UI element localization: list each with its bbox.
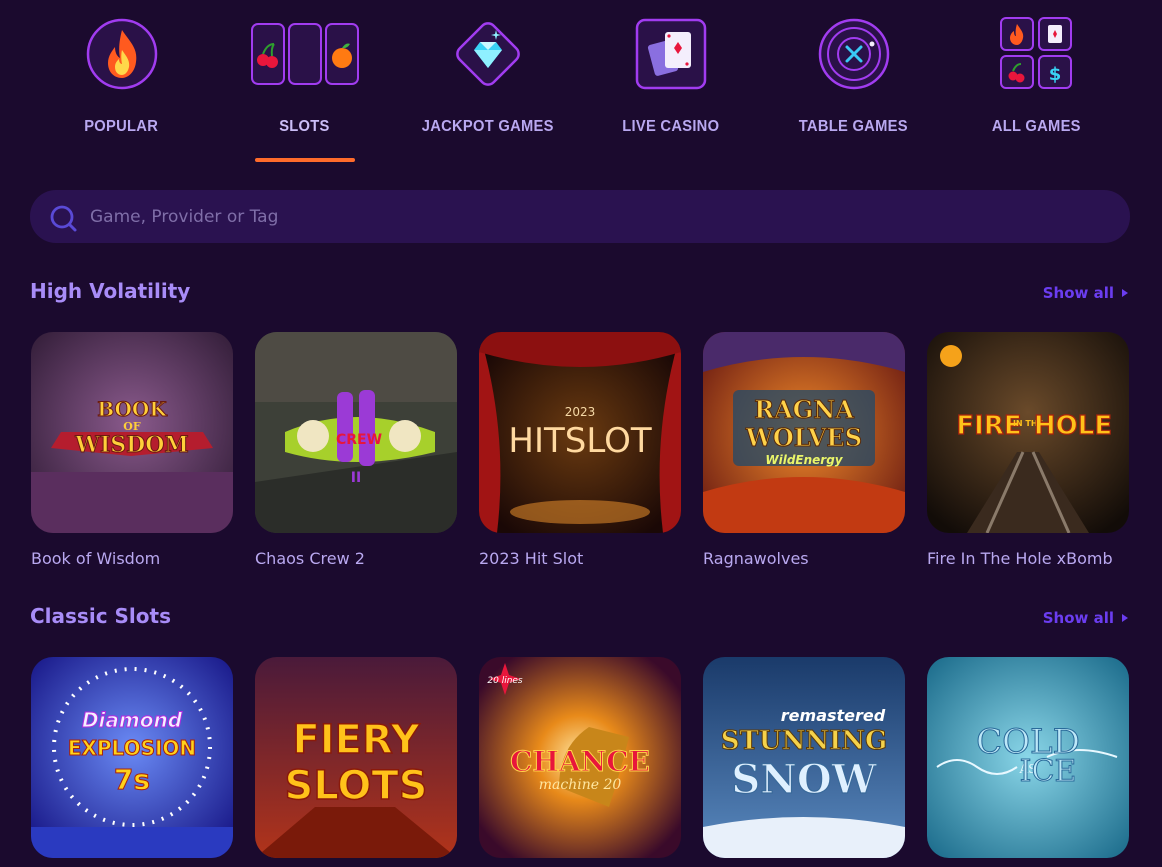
svg-text:SNOW: SNOW [731, 756, 877, 803]
arrow-right-icon [1122, 614, 1128, 622]
game-card-fiery-slots[interactable]: FIERY SLOTS [255, 657, 457, 867]
game-thumbnail: remastered STUNNING SNOW [703, 657, 905, 858]
game-title: Fire In The Hole xBomb [927, 549, 1113, 568]
nav-item-jackpot-games[interactable]: JACKPOT GAMES [396, 0, 579, 165]
game-card-diamond-explosion-7s[interactable]: Diamond EXPLOSION 7s [31, 657, 233, 867]
nav-item-live-casino[interactable]: LIVE CASINO [579, 0, 762, 165]
search-input[interactable] [90, 190, 1090, 243]
diamond-icon [428, 16, 548, 92]
arrow-right-icon [1122, 289, 1128, 297]
svg-text:EXPLOSION: EXPLOSION [68, 736, 196, 760]
svg-text:RAGNA: RAGNA [754, 395, 854, 424]
svg-text:CREW: CREW [336, 432, 382, 448]
search-icon [50, 205, 77, 232]
game-card-fire-in-the-hole-xbomb[interactable]: FIRE IN THE HOLE Fire In The Hole xBomb [927, 332, 1129, 568]
game-title: 2023 Hit Slot [479, 549, 584, 568]
svg-text:2023: 2023 [565, 405, 596, 419]
svg-text:ICE: ICE [1020, 754, 1077, 789]
svg-text:BOOK: BOOK [97, 397, 167, 421]
svg-text:WildEnergy: WildEnergy [765, 453, 843, 467]
game-title: Ragnawolves [703, 549, 809, 568]
game-card-ragnawolves[interactable]: RAGNA WOLVES WildEnergy Ragnawolves [703, 332, 905, 568]
nav-item-all-games[interactable]: $ ALL GAMES [945, 0, 1128, 165]
svg-text:SLOTS: SLOTS [285, 763, 428, 809]
game-thumbnail: 2023 HITSLOT [479, 332, 681, 533]
game-card-chaos-crew-2[interactable]: CREW II Chaos Crew 2 [255, 332, 457, 568]
game-row-classic-slots: Diamond EXPLOSION 7s FIERY SLOTS 20 line… [31, 657, 1129, 867]
roulette-icon [794, 16, 914, 92]
playing-cards-icon [611, 16, 731, 92]
game-thumbnail: Diamond EXPLOSION 7s [31, 657, 233, 858]
search-bar [30, 190, 1130, 243]
game-thumbnail: BOOK OF WISDOM [31, 332, 233, 533]
svg-text:STUNNING: STUNNING [721, 726, 887, 756]
svg-text:Diamond: Diamond [82, 708, 183, 732]
svg-text:WISDOM: WISDOM [74, 432, 188, 458]
section-title-classic-slots: Classic Slots [30, 604, 171, 628]
svg-text:HOLE: HOLE [1034, 411, 1112, 441]
nav-label-jackpot-games: JACKPOT GAMES [421, 118, 554, 135]
svg-text:II: II [351, 470, 361, 486]
game-thumbnail: RAGNA WOLVES WildEnergy [703, 332, 905, 533]
nav-label-all-games: ALL GAMES [992, 118, 1081, 135]
svg-text:FIRE: FIRE [956, 411, 1021, 441]
show-all-classic-slots-link[interactable]: Show all [1043, 609, 1128, 627]
show-all-label: Show all [1042, 609, 1114, 627]
show-all-high-volatility-link[interactable]: Show all [1043, 284, 1128, 302]
game-card-cold-as-ice[interactable]: COLD AS ICE [927, 657, 1129, 867]
game-card-2023-hit-slot[interactable]: 2023 HITSLOT 2023 Hit Slot [479, 332, 681, 568]
nav-label-popular: POPULAR [84, 118, 159, 135]
show-all-label: Show all [1042, 284, 1114, 302]
nav-item-table-games[interactable]: TABLE GAMES [762, 0, 945, 165]
svg-text:FIERY: FIERY [292, 717, 420, 763]
section-title-high-volatility: High Volatility [30, 279, 191, 303]
nav-label-live-casino: LIVE CASINO [621, 118, 720, 135]
svg-text:$: $ [1048, 64, 1061, 85]
svg-text:WOLVES: WOLVES [745, 423, 862, 452]
active-tab-underline [254, 158, 355, 162]
svg-text:20 lines: 20 lines [487, 676, 523, 686]
flame-icon [62, 16, 182, 92]
game-card-chance-machine-20[interactable]: 20 lines CHANCE machine 20 [479, 657, 681, 867]
game-title: Book of Wisdom [31, 549, 161, 568]
game-title: Chaos Crew 2 [255, 549, 365, 568]
game-thumbnail: FIERY SLOTS [255, 657, 457, 858]
svg-text:HITSLOT: HITSLOT [508, 421, 651, 461]
nav-label-slots: SLOTS [279, 118, 330, 135]
svg-text:remastered: remastered [781, 706, 886, 725]
category-nav: POPULAR SLOTS JACKPOT GAMES LIVE CASINO … [30, 0, 1130, 170]
nav-label-table-games: TABLE GAMES [798, 118, 909, 135]
nav-item-slots[interactable]: SLOTS [213, 0, 396, 165]
svg-text:7s: 7s [114, 763, 150, 796]
game-card-stunning-snow-remastered[interactable]: remastered STUNNING SNOW [703, 657, 905, 867]
game-thumbnail: CREW II [255, 332, 457, 533]
game-row-high-volatility: BOOK OF WISDOM Book of Wisdom CREW II Ch… [31, 332, 1129, 572]
nav-item-popular[interactable]: POPULAR [30, 0, 213, 165]
svg-text:machine 20: machine 20 [539, 777, 622, 793]
game-thumbnail: 20 lines CHANCE machine 20 [479, 657, 681, 858]
slot-reels-icon [245, 16, 365, 92]
all-games-grid-icon: $ [977, 16, 1097, 92]
svg-text:CHANCE: CHANCE [510, 745, 650, 778]
game-card-book-of-wisdom[interactable]: BOOK OF WISDOM Book of Wisdom [31, 332, 233, 568]
game-thumbnail: COLD AS ICE [927, 657, 1129, 858]
game-thumbnail: FIRE IN THE HOLE [927, 332, 1129, 533]
